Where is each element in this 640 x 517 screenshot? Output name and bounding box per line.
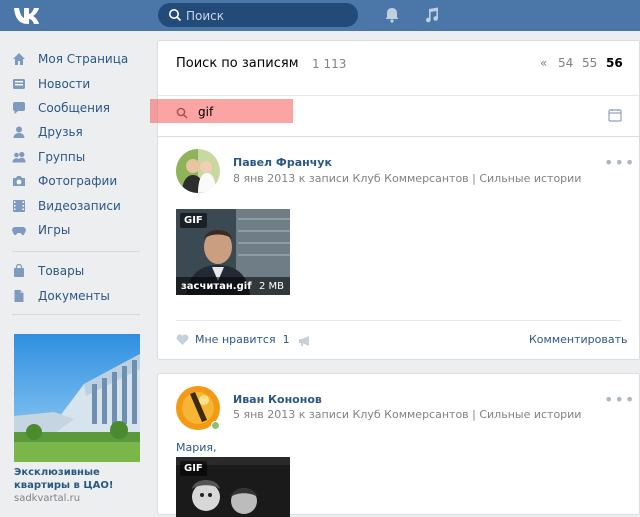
sidebar-item-label: Видеозаписи [38, 199, 121, 213]
vk-logo[interactable] [13, 6, 43, 24]
ad-url[interactable]: sadkvartal.ru [14, 493, 80, 504]
sidebar-item-label: Друзья [38, 125, 83, 139]
sidebar-item-goods[interactable]: Товары [12, 260, 84, 282]
post-meta[interactable]: 5 янв 2013 к записи Клуб Коммерсантов | … [233, 408, 581, 421]
calendar-icon[interactable] [608, 108, 622, 122]
pager-page-56[interactable]: 56 [606, 56, 623, 70]
friend-icon [13, 126, 25, 138]
search-box[interactable] [158, 3, 358, 27]
gif-size: 2 MB [258, 281, 284, 292]
pager-page-55[interactable]: 55 [582, 56, 597, 70]
more-options-icon[interactable]: ••• [604, 153, 635, 172]
avatar[interactable] [176, 149, 220, 193]
online-indicator [211, 421, 220, 430]
like-count: 1 [282, 333, 290, 346]
sidebar-item-label: Фотографии [38, 174, 118, 188]
sidebar-item-groups[interactable]: Группы [12, 146, 85, 168]
music-icon[interactable] [423, 6, 441, 24]
gif-filename: засчитан.gif [181, 281, 252, 292]
like-button[interactable]: Мне нравится 1 [176, 333, 290, 346]
home-icon [13, 53, 25, 65]
gif-attachment[interactable]: GIF засчитан.gif 2 MB [176, 209, 290, 295]
sidebar-item-label: Документы [38, 289, 110, 303]
post-card: Павел Франчук 8 янв 2013 к записи Клуб К… [157, 136, 640, 360]
sidebar-item-documents[interactable]: Документы [12, 285, 110, 307]
sidebar-item-videos[interactable]: Видеозаписи [12, 195, 121, 217]
sidebar-item-label: Игры [38, 223, 71, 237]
heart-icon [176, 334, 189, 345]
search-results-panel: Поиск по записям 1 113 « 54 55 56 [157, 40, 640, 138]
sidebar-item-label: Группы [38, 150, 86, 164]
search-icon [176, 107, 188, 119]
sidebar-item-news[interactable]: Новости [12, 73, 90, 95]
search-icon [169, 9, 182, 22]
sidebar-item-label: Новости [38, 77, 91, 91]
gamepad-icon [12, 227, 26, 236]
news-icon [13, 79, 25, 89]
sidebar-item-messages[interactable]: Сообщения [12, 97, 110, 119]
camera-icon [13, 176, 25, 186]
sidebar-item-label: Сообщения [38, 101, 111, 115]
pager-prev[interactable]: « [540, 56, 547, 70]
more-options-icon[interactable]: ••• [604, 390, 635, 409]
groups-icon [12, 151, 26, 163]
messages-icon [13, 102, 25, 114]
sidebar-divider [12, 314, 140, 315]
sidebar-item-label: Товары [38, 264, 85, 278]
gif-badge: GIF [180, 213, 207, 228]
bag-icon [14, 264, 24, 277]
post-text[interactable]: Мария, [176, 441, 216, 454]
sidebar-item-friends[interactable]: Друзья [12, 121, 83, 143]
sidebar-item-games[interactable]: Игры [12, 219, 70, 241]
header-divider [158, 95, 639, 96]
document-icon [14, 290, 24, 302]
gif-attachment[interactable]: GIF [176, 457, 290, 517]
sidebar-item-photos[interactable]: Фотографии [12, 170, 117, 192]
megaphone-icon[interactable] [298, 335, 312, 347]
post-author[interactable]: Иван Кононов [233, 393, 322, 406]
post-card: Иван Кононов 5 янв 2013 к записи Клуб Ко… [157, 373, 640, 517]
post-meta[interactable]: 8 янв 2013 к записи Клуб Коммерсантов | … [233, 172, 581, 185]
comment-button[interactable]: Комментировать [529, 333, 627, 346]
video-icon [13, 200, 25, 212]
sidebar-item-my-page[interactable]: Моя Страница [12, 48, 128, 70]
top-bar [0, 0, 640, 31]
sidebar-item-label: Моя Страница [38, 52, 129, 66]
ad-title[interactable]: Эксклюзивные квартиры в ЦАО! [14, 466, 154, 492]
sidebar-divider [12, 251, 140, 252]
page-title: Поиск по записям [176, 56, 299, 71]
like-label: Мне нравится [195, 333, 276, 346]
bell-icon[interactable] [383, 6, 401, 24]
pager-page-54[interactable]: 54 [558, 56, 573, 70]
ad-image[interactable] [14, 334, 140, 462]
gif-badge: GIF [180, 461, 207, 476]
post-author[interactable]: Павел Франчук [233, 156, 332, 169]
query-input[interactable] [196, 103, 300, 121]
search-input[interactable] [184, 6, 353, 26]
results-count: 1 113 [312, 57, 347, 71]
post-divider [176, 320, 621, 321]
